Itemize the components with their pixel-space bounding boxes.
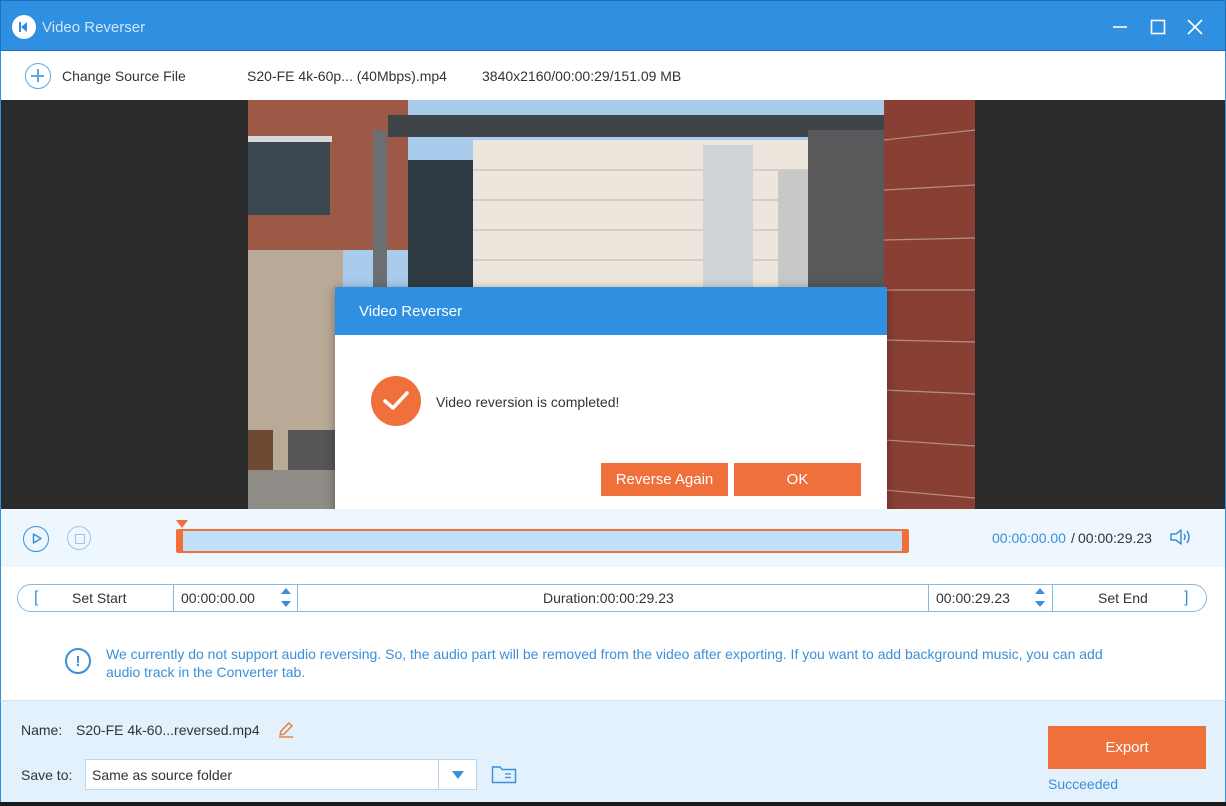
save-to-label: Save to: [21,767,73,783]
taskbar-edge [0,802,1226,806]
dropdown-toggle[interactable] [438,760,476,789]
divider [297,585,298,611]
trim-row: [ Set Start 00:00:00.00 Duration:00:00:2… [17,584,1207,612]
maximize-icon [1150,19,1166,35]
close-button[interactable] [1181,13,1209,41]
end-time-input[interactable]: 00:00:29.23 [936,585,1010,611]
volume-icon[interactable] [1169,527,1193,547]
close-icon [1187,19,1203,35]
divider [928,585,929,611]
timeline-track[interactable] [176,529,909,553]
success-check-icon [371,376,421,426]
change-source-file-button[interactable]: Change Source File [62,68,186,84]
output-file-name: S20-FE 4k-60...reversed.mp4 [76,722,260,738]
minimize-icon [1113,26,1127,28]
divider [173,585,174,611]
source-file-name: S20-FE 4k-60p... (40Mbps).mp4 [247,68,447,84]
divider [1052,585,1053,611]
output-panel: Name: S20-FE 4k-60...reversed.mp4 Save t… [0,700,1226,806]
name-label: Name: [21,722,63,738]
save-location-value: Same as source folder [92,767,233,783]
add-source-icon[interactable] [25,63,51,89]
total-time: 00:00:29.23 [1078,530,1152,546]
trim-end-handle[interactable] [902,531,907,551]
trim-panel: [ Set Start 00:00:00.00 Duration:00:00:2… [0,567,1226,700]
end-time-stepper[interactable] [1034,587,1046,609]
start-time-stepper[interactable] [280,587,292,609]
time-separator: / [1071,530,1075,546]
current-time: 00:00:00.00 [992,530,1066,546]
save-location-select[interactable]: Same as source folder [85,759,477,790]
play-icon [32,533,42,544]
duration-label: Duration:00:00:29.23 [543,590,674,606]
set-start-button[interactable]: Set Start [72,585,126,611]
maximize-button[interactable] [1144,13,1172,41]
player-controls: 00:00:00.00 / 00:00:29.23 [0,509,1226,567]
trim-start-handle[interactable] [178,531,183,551]
set-end-bracket-icon: ] [1184,589,1189,606]
dialog-title: Video Reverser [335,287,887,335]
set-end-button[interactable]: Set End [1098,585,1148,611]
completion-dialog: Video Reverser Video reversion is comple… [335,287,887,520]
audio-notice: We currently do not support audio revers… [106,646,1103,680]
stop-button[interactable] [67,526,91,550]
export-button[interactable]: Export [1048,726,1206,769]
dialog-message: Video reversion is completed! [436,394,620,410]
playhead-marker[interactable] [176,520,188,528]
edit-name-icon[interactable] [277,720,295,738]
export-status: Succeeded [1048,776,1119,792]
set-start-bracket-icon: [ [34,589,39,606]
minimize-button[interactable] [1106,13,1134,41]
info-icon: ! [65,648,91,674]
app-logo-icon [12,15,36,39]
start-time-input[interactable]: 00:00:00.00 [181,585,255,611]
reverse-again-button[interactable]: Reverse Again [601,463,728,496]
source-bar: Change Source File S20-FE 4k-60p... (40M… [0,51,1226,100]
ok-button[interactable]: OK [734,463,861,496]
chevron-down-icon [451,770,464,779]
play-button[interactable] [23,526,49,552]
source-file-info: 3840x2160/00:00:29/151.09 MB [482,68,682,84]
window-title: Video Reverser [42,19,146,36]
title-bar: Video Reverser [0,0,1226,51]
open-folder-icon[interactable] [491,764,517,784]
